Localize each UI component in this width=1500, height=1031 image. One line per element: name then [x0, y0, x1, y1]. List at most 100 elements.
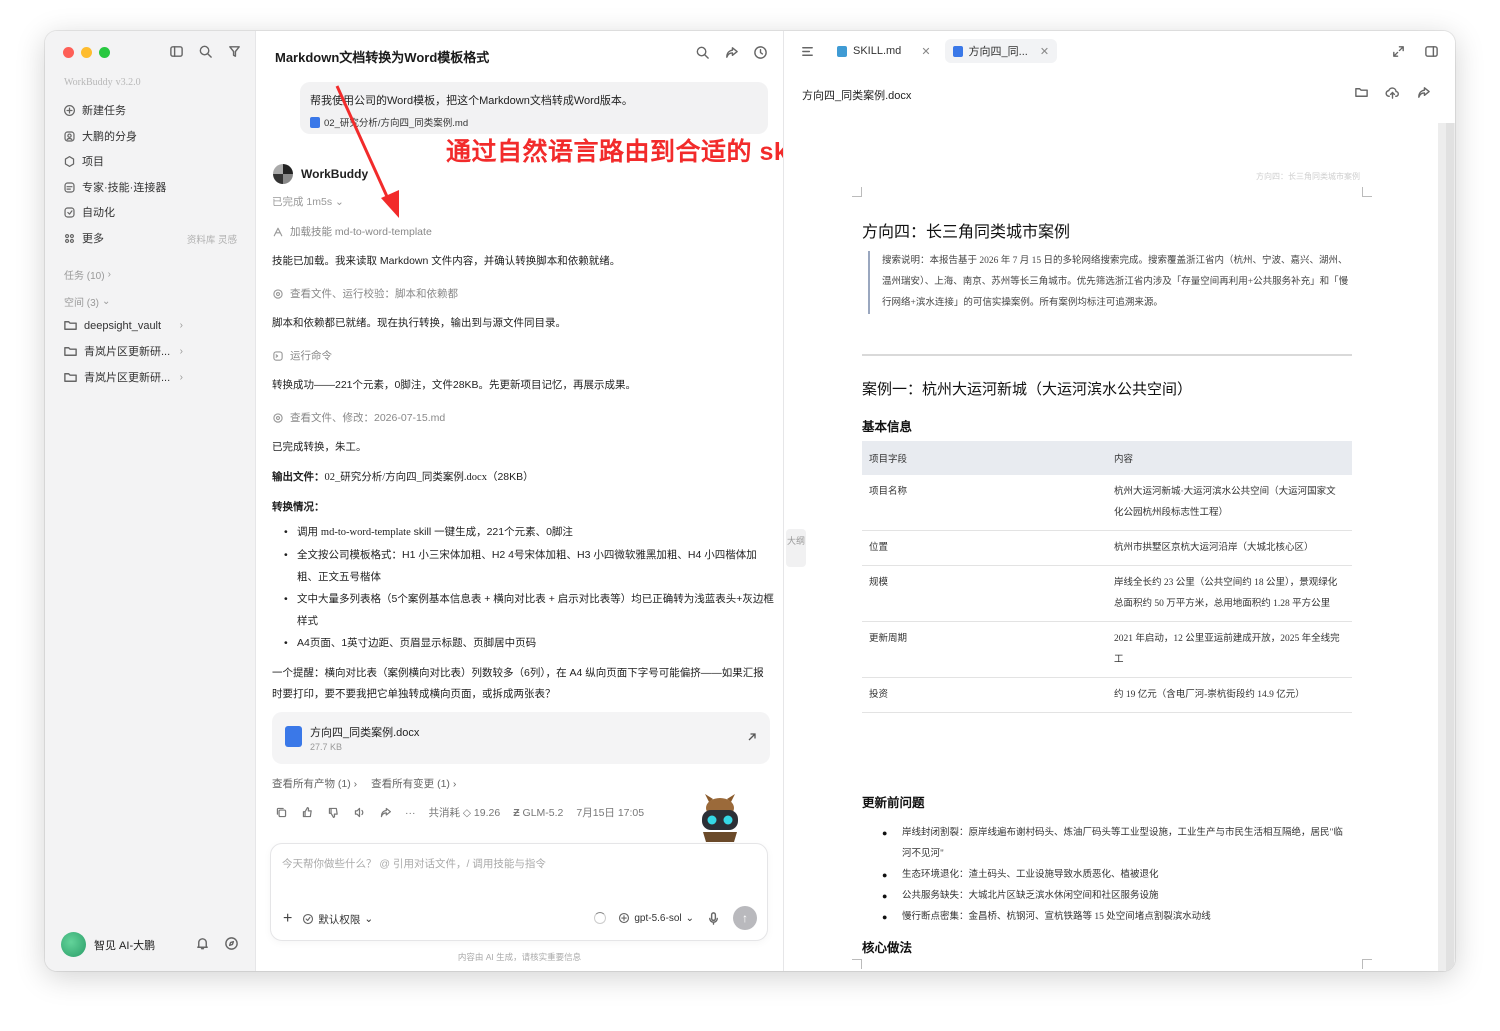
- zoom-window-button[interactable]: [99, 47, 110, 58]
- tasks-section[interactable]: 任务 (10) ›: [64, 267, 111, 282]
- nav-more-extra[interactable]: 资料库 灵感: [187, 232, 237, 246]
- markdown-icon: [837, 45, 847, 57]
- reply-paragraph: 技能已加载。我来读取 Markdown 文件内容，并确认转换脚本和依赖就绪。: [272, 255, 621, 267]
- chevron-down-icon: ⌄: [102, 296, 111, 307]
- document-actions: [1354, 85, 1431, 100]
- bot-header: WorkBuddy: [273, 164, 368, 184]
- folder-item[interactable]: 青岚片区更新研... ›: [63, 369, 183, 385]
- history-icon[interactable]: [753, 45, 768, 60]
- view-artifacts-link[interactable]: 查看所有产物 (1) ›: [272, 776, 357, 791]
- chat-toolbar: [695, 45, 768, 60]
- nav-clone[interactable]: 大鹏的分身: [63, 127, 137, 145]
- step-text: 查看文件、修改：2026-07-15.md: [290, 412, 446, 424]
- bell-icon[interactable]: [195, 936, 210, 951]
- tab-docx[interactable]: 方向四_同... ✕: [944, 39, 1058, 63]
- issues-list: 岸线封闭割裂：原岸线遍布谢村码头、炼油厂码头等工业型设施，工业生产与市民生活相互…: [882, 823, 1352, 928]
- eye-icon: [272, 412, 284, 424]
- share-icon[interactable]: [379, 806, 392, 819]
- thumbs-down-icon[interactable]: [327, 806, 340, 819]
- copy-icon[interactable]: [275, 806, 288, 819]
- share-icon[interactable]: [1416, 85, 1431, 100]
- step-check-env[interactable]: 查看文件、运行校验：脚本和依赖都: [272, 286, 458, 301]
- close-window-button[interactable]: [63, 47, 74, 58]
- sidebar-toggle-icon[interactable]: [169, 44, 184, 59]
- summary-label: 转换情况：: [272, 501, 325, 513]
- folder-label: 青岚片区更新研...: [84, 346, 171, 358]
- app-window: WorkBuddy v3.2.0 新建任务 大鹏的分身 项目 专家·技能·连接器 …: [45, 31, 1455, 971]
- nav-new-task[interactable]: 新建任务: [63, 101, 126, 119]
- step-text: 查看文件、运行校验：脚本和依赖都: [290, 288, 458, 300]
- ai-disclaimer: 内容由 AI 生成，请核实重要信息: [457, 952, 582, 962]
- reminder-paragraph: 一个提醒：横向对比表（案例横向对比表）列数较多（6列），在 A4 纵向页面下字号…: [272, 667, 764, 700]
- close-icon[interactable]: ✕: [921, 45, 930, 58]
- view-changes-link[interactable]: 查看所有变更 (1) ›: [371, 776, 456, 791]
- outline-collapse-tab[interactable]: 大纲: [786, 529, 806, 567]
- chevron-down-icon: ⌄: [335, 196, 344, 208]
- more-icon[interactable]: ···: [405, 807, 416, 819]
- annotation-arrow: [335, 85, 399, 218]
- spaces-section[interactable]: 空间 (3) ⌄: [64, 294, 110, 309]
- panel-toggle-icon[interactable]: [1424, 44, 1439, 59]
- outline-list-icon[interactable]: [800, 44, 815, 59]
- model-select[interactable]: gpt-5.6-sol ⌄: [618, 912, 694, 924]
- user-profile[interactable]: 智见 AI-大鹏: [61, 932, 155, 957]
- chevron-down-icon: ⌄: [685, 912, 694, 924]
- close-icon[interactable]: ✕: [1040, 45, 1049, 58]
- folder-item[interactable]: deepsight_vault ›: [63, 318, 183, 333]
- nav-project[interactable]: 项目: [63, 152, 104, 170]
- output-label: 输出文件：: [272, 471, 325, 483]
- minimize-window-button[interactable]: [81, 47, 92, 58]
- avatar-icon: [63, 130, 76, 143]
- table-row: 更新周期 2021 年启动，12 公里亚运前建成开放，2025 年全线完工: [862, 621, 1352, 678]
- upload-cloud-icon[interactable]: [1385, 85, 1400, 100]
- word-doc-icon: [285, 726, 302, 747]
- open-external-icon[interactable]: [746, 730, 758, 742]
- step-load-skill[interactable]: 加载技能 md-to-word-template: [272, 224, 432, 239]
- user-actions: [195, 936, 239, 951]
- tab-label: SKILL.md: [853, 45, 902, 57]
- compass-icon[interactable]: [224, 936, 239, 951]
- bullet-text: 调用: [297, 526, 321, 538]
- expand-icon[interactable]: [1391, 44, 1406, 59]
- share-icon[interactable]: [724, 45, 739, 60]
- tab-skill-md[interactable]: SKILL.md ✕: [829, 41, 939, 62]
- output-file-card[interactable]: 方向四_同类案例.docx 27.7 KB: [272, 712, 770, 764]
- avatar: [61, 932, 86, 957]
- message-input-box[interactable]: 今天帮你做些什么？ @ 引用对话文件，/ 调用技能与指令 + 默认权限 ⌄ gp…: [270, 843, 768, 941]
- nav-experts[interactable]: 专家·技能·连接器: [63, 178, 166, 196]
- list-item: 文中大量多列表格（5个案例基本信息表 + 横向对比表 + 启示对比表等）均已正确…: [272, 588, 777, 632]
- nav-more[interactable]: 更多: [63, 229, 104, 247]
- annotation-label: 通过自然语言路由到合适的 skill: [446, 138, 811, 166]
- search-icon[interactable]: [695, 45, 710, 60]
- output-file-line: 输出文件：02_研究分析/方向四_同类案例.docx（28KB）: [272, 469, 772, 487]
- bullet-text: 全文按公司模板格式：H1 小三宋体加粗、H2 4号宋体加粗、H3 小四微软雅黑加…: [297, 549, 757, 583]
- document-preview[interactable]: 方向四：长三角同类城市案例 方向四：长三角同类城市案例 搜索说明：本报告基于 2…: [792, 123, 1455, 971]
- plus-circle-icon: [63, 104, 76, 117]
- document-scrollbar[interactable]: [1446, 123, 1454, 971]
- folder-label: deepsight_vault: [84, 319, 162, 332]
- table-cell: 规模: [862, 565, 1107, 622]
- bot-name: WorkBuddy: [301, 167, 369, 181]
- send-button[interactable]: ↑: [733, 906, 757, 930]
- step-check-file[interactable]: 查看文件、修改：2026-07-15.md: [272, 410, 445, 425]
- search-icon[interactable]: [198, 44, 213, 59]
- filter-icon[interactable]: [227, 44, 242, 59]
- folder-item[interactable]: 青岚片区更新研... ›: [63, 343, 183, 359]
- table-row: 位置 杭州市拱墅区京杭大运河沿岸（大城北核心区）: [862, 530, 1352, 566]
- microphone-icon[interactable]: [706, 911, 721, 926]
- project-icon: [63, 155, 76, 168]
- nav-automation[interactable]: 自动化: [63, 203, 115, 221]
- list-item: 生态环境退化：渣土码头、工业设施导致水质恶化、植被退化: [882, 865, 1352, 886]
- speaker-icon[interactable]: [353, 806, 366, 819]
- add-icon[interactable]: +: [283, 910, 292, 928]
- message-input-placeholder[interactable]: 今天帮你做些什么？ @ 引用对话文件，/ 调用技能与指令: [282, 856, 546, 871]
- thumbs-up-icon[interactable]: [301, 806, 314, 819]
- permission-select[interactable]: 默认权限 ⌄: [302, 912, 373, 927]
- table-cell: 投资: [862, 677, 1107, 713]
- step-run-command[interactable]: 运行命令: [272, 348, 332, 363]
- sidebar: WorkBuddy v3.2.0 新建任务 大鹏的分身 项目 专家·技能·连接器 …: [45, 31, 256, 971]
- completion-status[interactable]: 已完成 1m5s ⌄: [272, 194, 344, 209]
- folder-icon[interactable]: [1354, 85, 1369, 100]
- model-select-label: gpt-5.6-sol: [634, 912, 682, 924]
- input-right-controls: gpt-5.6-sol ⌄ ↑: [594, 906, 757, 930]
